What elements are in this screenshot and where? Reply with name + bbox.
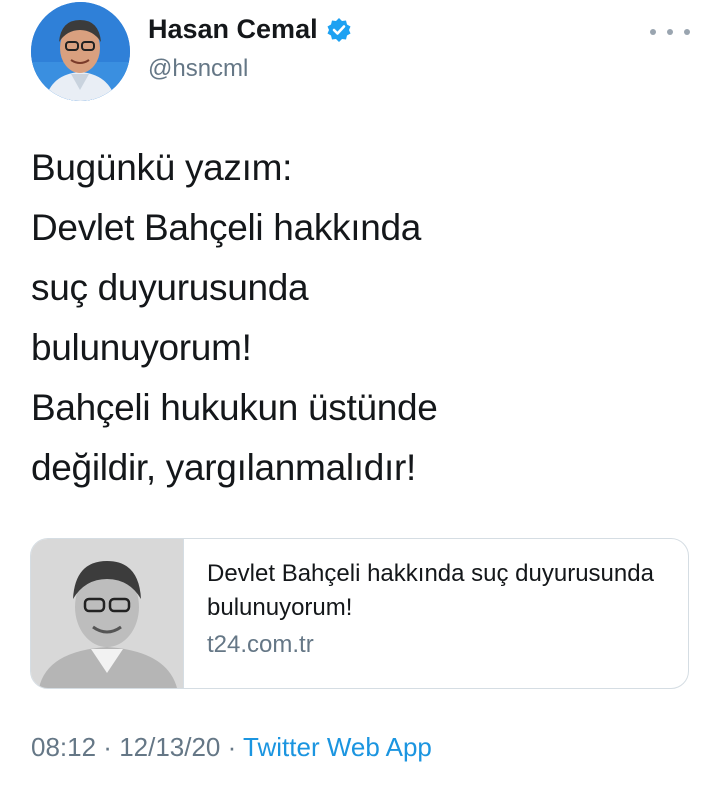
tweet-line: bulunuyorum! — [31, 327, 252, 368]
avatar[interactable] — [31, 2, 130, 101]
name-row: Hasan Cemal — [148, 14, 352, 45]
verified-badge-icon — [326, 17, 352, 43]
tweet-line: Bahçeli hukukun üstünde — [31, 387, 438, 428]
card-domain: t24.com.tr — [207, 631, 314, 658]
meta-separator: · — [96, 732, 120, 762]
tweet-line: Devlet Bahçeli hakkında — [31, 207, 422, 248]
user-handle[interactable]: @hsncml — [148, 55, 248, 83]
tweet-line: değildir, yargılanmalıdır! — [31, 447, 417, 488]
tweet: Hasan Cemal @hsncml Bugünkü yazım: Devle… — [0, 0, 720, 791]
tweet-line: suç duyurusunda — [31, 267, 309, 308]
tweet-time[interactable]: 08:12 — [31, 732, 96, 762]
tweet-meta: 08:12 · 12/13/20 · Twitter Web App — [31, 732, 432, 763]
tweet-text: Bugünkü yazım: Devlet Bahçeli hakkında s… — [31, 138, 691, 498]
tweet-date[interactable]: 12/13/20 — [119, 732, 220, 762]
card-thumbnail — [31, 539, 184, 688]
tweet-source[interactable]: Twitter Web App — [243, 732, 432, 762]
link-preview-card[interactable]: Devlet Bahçeli hakkında suç duyurusunda … — [30, 538, 689, 689]
tweet-line: Bugünkü yazım: — [31, 147, 293, 188]
more-options-icon[interactable] — [650, 22, 690, 42]
display-name[interactable]: Hasan Cemal — [148, 14, 318, 45]
card-title[interactable]: Devlet Bahçeli hakkında suç duyurusunda … — [207, 557, 667, 625]
meta-separator: · — [220, 732, 244, 762]
